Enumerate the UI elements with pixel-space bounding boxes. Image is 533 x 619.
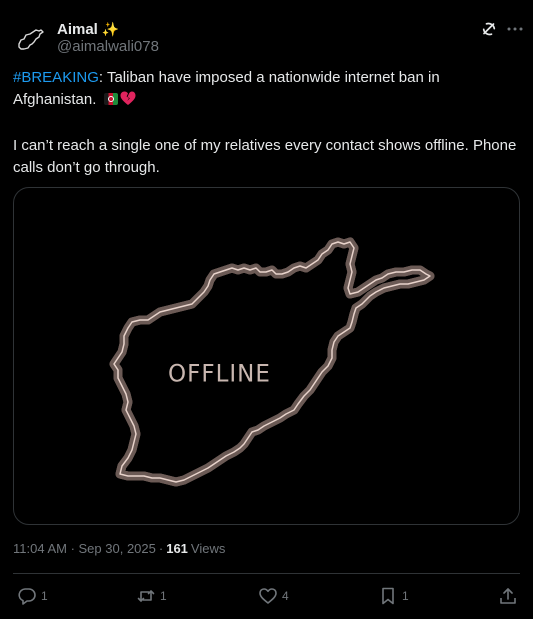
author-name-row[interactable]: Aimal ✨ [57,19,119,39]
heart-icon [259,588,277,604]
post-paragraph-2: I can’t reach a single one of my relativ… [13,137,517,176]
avatar[interactable] [12,22,48,58]
share-button[interactable] [498,582,518,610]
bookmark-count: 1 [402,589,409,603]
share-icon [500,588,516,604]
bookmark-icon [382,587,394,605]
views-label: Views [190,541,226,556]
hashtag-link[interactable]: #BREAKING [13,69,99,86]
views-count: 161 [166,541,188,556]
repost-button[interactable]: 1 [136,582,167,610]
afghanistan-map-outline [109,237,435,487]
post-text: #BREAKING: Taliban have imposed a nation… [13,67,518,179]
like-button[interactable]: 4 [258,582,289,610]
broken-heart-icon [120,91,136,113]
sparkles-icon: ✨ [101,21,120,37]
repost-count: 1 [160,589,167,603]
grok-icon[interactable] [479,19,499,39]
post-media-image[interactable]: OFFLINE [13,187,520,525]
repost-icon [137,590,155,602]
more-icon[interactable] [505,19,525,39]
reply-button[interactable]: 1 [17,582,48,610]
offline-label: OFFLINE [168,360,271,388]
post-meta: 11:04 AM · Sep 30, 2025 · 161 Views [13,541,225,556]
afghanistan-map-icon [18,29,44,50]
post-timestamp[interactable]: 11:04 AM · Sep 30, 2025 [13,541,156,556]
author-handle[interactable]: @aimalwali078 [57,38,159,55]
post-paragraph-1: #BREAKING: Taliban have imposed a nation… [13,67,518,113]
reply-icon [18,588,36,605]
bookmark-button[interactable]: 1 [378,582,409,610]
divider [13,573,520,574]
author-display-name[interactable]: Aimal [57,21,98,38]
afghanistan-flag-icon [103,93,118,105]
reply-count: 1 [41,589,48,603]
like-count: 4 [282,589,289,603]
action-bar: 1 1 4 1 [0,582,533,610]
meta-separator: · [158,541,164,556]
